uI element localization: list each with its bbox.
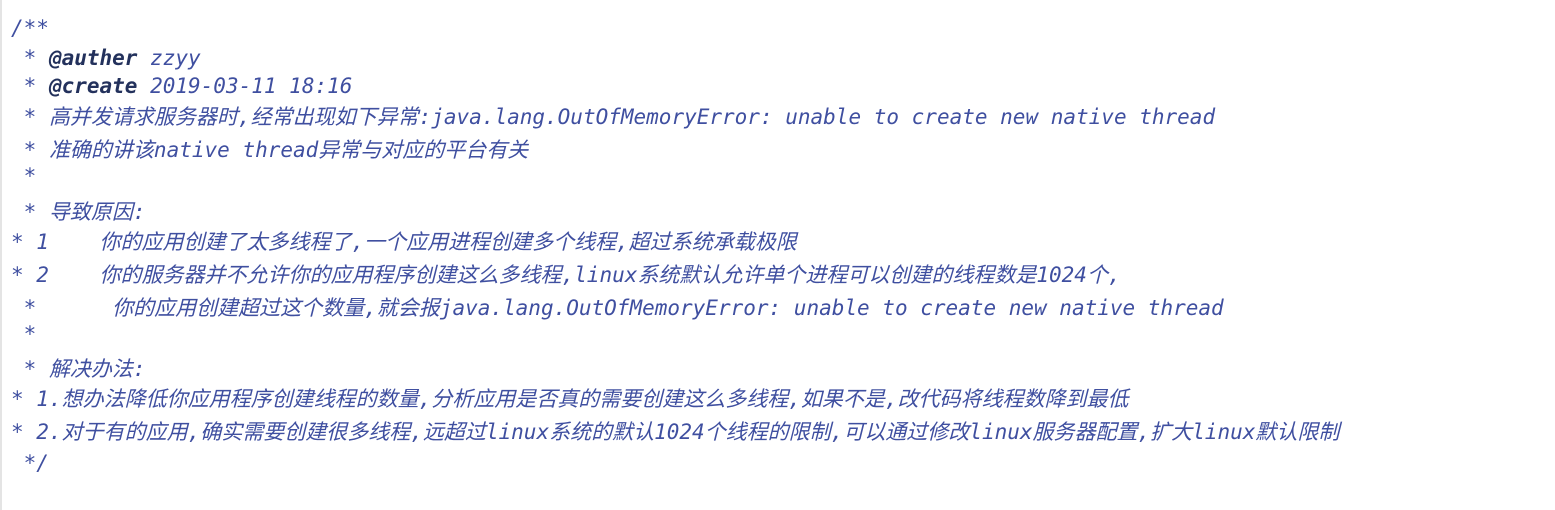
comment-line: * bbox=[11, 322, 37, 346]
comment-line: * 你的应用创建超过这个数量,就会报java.lang.OutOfMemoryE… bbox=[11, 296, 1224, 320]
comment-line: * @auther zzyy bbox=[11, 46, 201, 70]
comment-line: * 导致原因: bbox=[11, 200, 146, 224]
comment-line: * 2 你的服务器并不允许你的应用程序创建这么多线程,linux系统默认允许单个… bbox=[11, 263, 1121, 287]
comment-line: * @create 2019-03-11 18:16 bbox=[11, 74, 353, 98]
comment-line: * 准确的讲该native thread异常与对应的平台有关 bbox=[11, 138, 529, 162]
comment-line: * 解决办法: bbox=[11, 357, 146, 381]
comment-line: * 高并发请求服务器时,经常出现如下异常:java.lang.OutOfMemo… bbox=[11, 105, 1216, 129]
comment-line: /** bbox=[11, 16, 49, 40]
comment-line: * 1.想办法降低你应用程序创建线程的数量,分析应用是否真的需要创建这么多线程,… bbox=[11, 387, 1129, 411]
comment-line: * bbox=[11, 164, 37, 188]
javadoc-tag: @create bbox=[48, 74, 138, 98]
javadoc-tag: @auther bbox=[48, 46, 138, 70]
comment-line: */ bbox=[11, 451, 49, 475]
comment-line: * 2.对于有的应用,确实需要创建很多线程,远超过linux系统的默认1024个… bbox=[11, 420, 1340, 444]
code-editor[interactable]: /** * @auther zzyy * @create 2019-03-11 … bbox=[0, 0, 1555, 510]
comment-line: * 1 你的应用创建了太多线程了,一个应用进程创建多个线程,超过系统承载极限 bbox=[11, 230, 797, 254]
